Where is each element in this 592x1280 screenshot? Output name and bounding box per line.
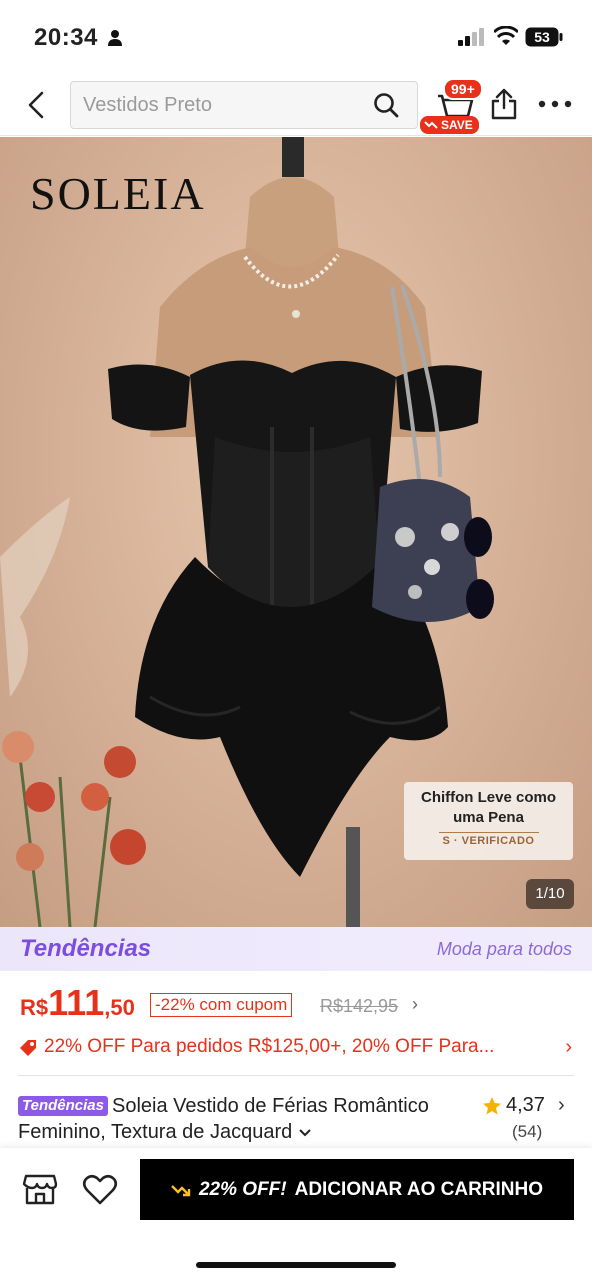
coupon-badge[interactable]: -22% com cupom — [150, 993, 293, 1017]
save-badge: SAVE — [420, 116, 479, 134]
promo-chevron-icon: › — [565, 1036, 572, 1058]
trend-down-icon — [171, 1184, 191, 1196]
trend-down-icon — [424, 121, 438, 129]
save-badge-label: SAVE — [441, 118, 473, 132]
battery-icon: 53 — [525, 27, 563, 47]
price-currency: R$ — [20, 995, 49, 1020]
bottom-action-bar: 22% OFF! ADICIONAR AO CARRINHO — [0, 1148, 592, 1280]
product-image[interactable]: SOLEIA Chiffon Leve como uma Pena S · VE… — [0, 137, 592, 927]
current-price: R$ 111 ,50 — [20, 982, 135, 1024]
fabric-feature-tag: Chiffon Leve como uma Pena S · VERIFICAD… — [404, 782, 573, 860]
search-icon[interactable] — [373, 92, 399, 118]
cart-count-badge: 99+ — [443, 78, 483, 100]
fabric-feature-line1: Chiffon Leve como — [420, 789, 556, 806]
review-count: (54) — [512, 1122, 543, 1141]
expand-chevron-icon[interactable] — [298, 1128, 312, 1138]
status-bar: 20:34 53 — [0, 0, 592, 72]
image-pager: 1/10 — [526, 879, 574, 909]
divider — [18, 1075, 574, 1076]
original-price[interactable]: R$142,95 — [320, 996, 398, 1017]
battery-level: 53 — [534, 29, 550, 45]
promo-row[interactable]: 22% OFF Para pedidos R$125,00+, 20% OFF … — [18, 1034, 578, 1062]
trends-badge: Tendências — [18, 1096, 108, 1116]
signal-icon — [458, 28, 484, 46]
rating[interactable]: 4,37 — [482, 1094, 545, 1117]
clock: 20:34 — [34, 24, 98, 51]
rating-value: 4,37 — [506, 1094, 545, 1116]
add-to-cart-label: ADICIONAR AO CARRINHO — [294, 1178, 544, 1200]
divider — [438, 832, 539, 833]
rating-chevron-icon[interactable]: › — [558, 1094, 565, 1117]
search-box[interactable]: Vestidos Preto — [70, 81, 418, 129]
brand-logo: SOLEIA — [30, 168, 206, 219]
fabric-feature-line2: uma Pena — [453, 809, 524, 826]
wifi-icon — [494, 26, 518, 45]
discount-label: 22% OFF! — [198, 1178, 287, 1200]
add-to-cart-button[interactable]: 22% OFF! ADICIONAR AO CARRINHO — [140, 1159, 574, 1220]
verified-label: S · VERIFICADO — [442, 835, 535, 847]
tag-icon — [20, 1040, 36, 1056]
store-icon[interactable] — [22, 1172, 58, 1206]
price-chevron-icon[interactable]: › — [412, 994, 418, 1015]
promo-text: 22% OFF Para pedidos R$125,00+, 20% OFF … — [44, 1036, 495, 1057]
trends-banner[interactable]: Tendências Moda para todos — [0, 927, 592, 971]
price-integer: 111 — [48, 982, 105, 1023]
back-arrow-icon[interactable] — [24, 90, 48, 120]
person-icon — [108, 30, 122, 46]
home-indicator — [196, 1262, 396, 1268]
star-icon — [483, 1096, 501, 1115]
wishlist-heart-icon[interactable] — [82, 1172, 118, 1206]
more-options-icon[interactable] — [538, 100, 572, 108]
share-icon[interactable] — [490, 88, 518, 120]
trends-tagline: Moda para todos — [436, 939, 572, 959]
top-nav: Vestidos Preto 99+ SAVE — [0, 72, 592, 136]
price-decimal: ,50 — [104, 995, 135, 1020]
search-input[interactable]: Vestidos Preto — [83, 94, 212, 117]
product-title[interactable]: Tendências Soleia Vestido de Férias Român… — [18, 1093, 468, 1145]
trends-logo: Tendências — [20, 935, 152, 962]
